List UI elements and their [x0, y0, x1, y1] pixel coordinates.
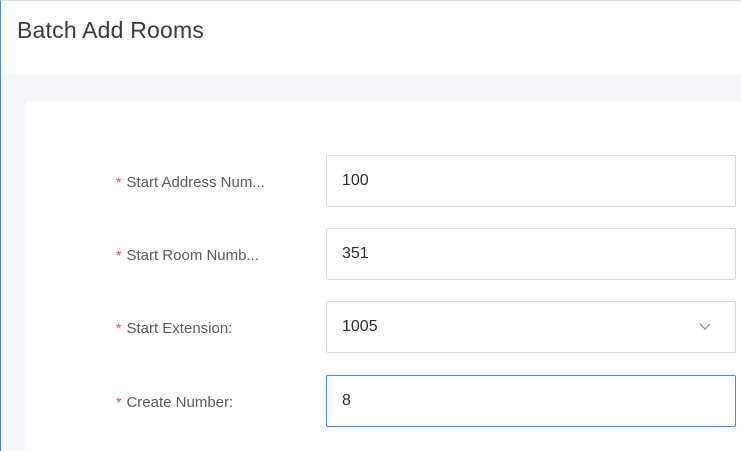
batch-add-rooms-dialog: Batch Add Rooms * Start Address Num... *…	[0, 0, 741, 451]
start-room-label-text: Start Room Numb...	[126, 246, 259, 264]
create-number-input[interactable]	[327, 376, 735, 426]
required-marker: *	[116, 394, 122, 410]
required-marker: *	[116, 174, 122, 190]
form-body: * Start Address Num... * Start Room Numb…	[26, 101, 741, 451]
required-marker: *	[116, 320, 122, 336]
start-extension-row: * Start Extension: 1005	[26, 301, 741, 355]
start-address-label-text: Start Address Num...	[126, 173, 265, 191]
start-extension-selected-value: 1005	[342, 318, 378, 335]
start-room-field-wrapper	[326, 228, 736, 280]
start-address-input[interactable]	[327, 156, 735, 206]
start-address-field-wrapper	[326, 155, 736, 207]
dialog-title: Batch Add Rooms	[17, 17, 205, 43]
start-address-label: * Start Address Num...	[116, 155, 316, 209]
start-room-input[interactable]	[327, 229, 735, 279]
start-room-row: * Start Room Numb...	[26, 228, 741, 282]
create-number-label: * Create Number:	[116, 375, 316, 429]
create-number-field-wrapper	[326, 375, 736, 427]
start-extension-select[interactable]: 1005	[326, 301, 736, 353]
start-extension-label: * Start Extension:	[116, 301, 316, 355]
chevron-down-icon	[693, 315, 717, 339]
required-marker: *	[116, 247, 122, 263]
dialog-header: Batch Add Rooms	[1, 1, 741, 75]
start-address-row: * Start Address Num...	[26, 155, 741, 209]
start-extension-label-text: Start Extension:	[126, 319, 233, 337]
start-room-label: * Start Room Numb...	[116, 228, 316, 282]
create-number-label-text: Create Number:	[126, 393, 234, 411]
create-number-row: * Create Number:	[26, 375, 741, 429]
